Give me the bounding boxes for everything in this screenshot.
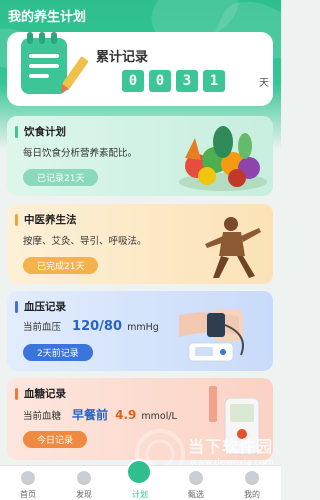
diet-record-button[interactable]: 已记录21天 — [23, 169, 99, 186]
bs-value: 4.9 — [115, 408, 137, 422]
bp-record-button[interactable]: 2天前记录 — [23, 344, 93, 361]
shop-icon — [189, 471, 203, 485]
card-title: 饮食计划 — [24, 126, 66, 138]
notebook-icon — [21, 32, 89, 94]
card-title: 血糖记录 — [24, 388, 66, 400]
bs-label: 当前血糖 — [23, 411, 62, 422]
bottom-tab-bar: 首页 发现 计划 甄选 我的 — [0, 459, 281, 500]
tab-label-active: 计划 — [132, 490, 148, 499]
diet-plan-card[interactable]: 饮食计划 每日饮食分析营养素配比。 已记录21天 — [7, 116, 273, 196]
bp-unit: mmHg — [127, 322, 159, 333]
tab-label: 首页 — [20, 490, 36, 499]
tcm-card[interactable]: 中医养生法 按摩、艾灸、导引、呼吸法。 已完成21天 — [7, 204, 273, 284]
blood-sugar-line: 当前血糖 早餐前 4.9 mmol/L — [23, 406, 177, 423]
blood-pressure-line: 当前血压 120/80 mmHg — [23, 319, 159, 334]
taichi-figure-icon — [205, 217, 261, 278]
blood-pressure-card[interactable]: 血压记录 当前血压 120/80 mmHg 2天前记录 — [7, 291, 273, 371]
card-accent-bar — [15, 388, 18, 400]
bs-record-button[interactable]: 今日记录 — [23, 431, 88, 448]
vegetables-icon — [179, 126, 267, 191]
counter-digit: 0 — [122, 70, 144, 92]
bp-label: 当前血压 — [23, 322, 62, 333]
blood-pressure-monitor-icon — [179, 309, 244, 362]
tab-plan[interactable]: 计划 — [112, 459, 168, 500]
tcm-complete-button[interactable]: 已完成21天 — [23, 257, 99, 274]
days-counter: 0 0 3 1 — [122, 70, 225, 92]
counter-digit: 3 — [176, 70, 198, 92]
home-icon — [21, 471, 35, 485]
watermark-text: 当下软件园 — [188, 437, 274, 456]
tab-label: 甄选 — [188, 490, 204, 499]
bs-unit: mmol/L — [141, 411, 177, 422]
card-description: 按摩、艾灸、导引、呼吸法。 — [23, 236, 147, 247]
compass-icon — [77, 471, 91, 485]
tab-discover[interactable]: 发现 — [56, 466, 112, 500]
bs-period: 早餐前 — [72, 408, 109, 422]
card-accent-bar — [15, 214, 18, 226]
user-icon — [245, 471, 259, 485]
card-title: 血压记录 — [24, 301, 66, 313]
summary-card: 累计记录 0 0 3 1 天 — [7, 32, 273, 106]
page-title: 我的养生计划 — [8, 10, 87, 25]
tab-selected[interactable]: 甄选 — [168, 466, 224, 500]
tab-label: 我的 — [244, 490, 260, 499]
tab-me[interactable]: 我的 — [224, 466, 280, 500]
plan-icon — [126, 459, 152, 485]
summary-title: 累计记录 — [96, 50, 149, 65]
card-title: 中医养生法 — [24, 214, 77, 226]
tab-home[interactable]: 首页 — [0, 466, 56, 500]
counter-unit: 天 — [259, 78, 269, 89]
card-accent-bar — [15, 301, 18, 313]
bp-value: 120/80 — [72, 319, 123, 334]
card-accent-bar — [15, 126, 18, 138]
card-description: 每日饮食分析营养素配比。 — [23, 148, 138, 159]
tab-label: 发现 — [76, 490, 92, 499]
counter-digit: 0 — [149, 70, 171, 92]
counter-digit: 1 — [203, 70, 225, 92]
